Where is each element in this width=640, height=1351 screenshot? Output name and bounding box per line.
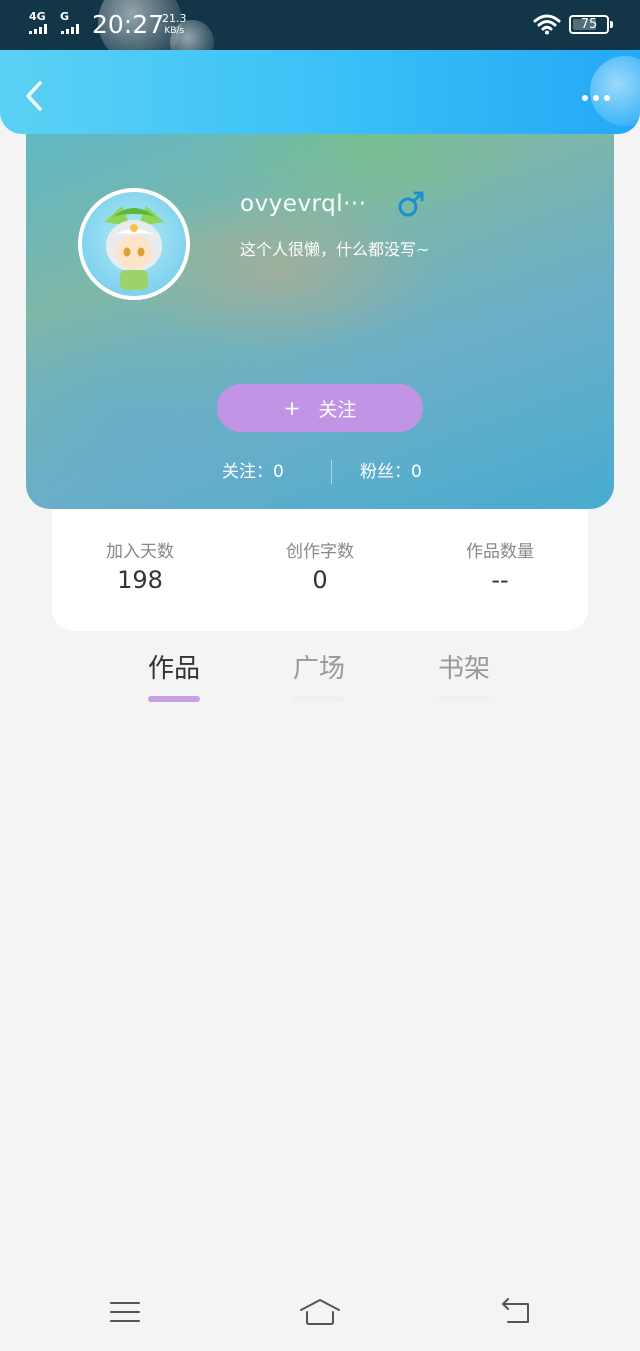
following-count[interactable]: 关注：0 — [222, 458, 284, 486]
stat-join-days: 加入天数 198 — [70, 541, 210, 595]
tab-works[interactable]: 作品 — [134, 652, 214, 702]
tab-bookshelf[interactable]: 书架 — [424, 652, 504, 702]
status-bar: 4G G 20:27 21.3 KB/s 75 — [0, 0, 640, 64]
tab-label: 作品 — [147, 654, 200, 684]
stat-work-count: 作品数量 -- — [430, 541, 570, 595]
battery-percentage: 75 — [580, 17, 598, 32]
home-icon — [300, 1299, 340, 1325]
back-arrow-icon — [502, 1298, 529, 1323]
tab-label: 书架 — [437, 654, 490, 684]
nav-back-button[interactable] — [496, 1296, 536, 1328]
tab-indicator — [148, 696, 200, 702]
avatar[interactable] — [78, 188, 190, 300]
tab-indicator — [438, 696, 490, 702]
network-speed-unit: KB/s — [164, 26, 185, 36]
stat-value: 0 — [312, 566, 328, 594]
stat-value: 198 — [117, 566, 163, 594]
system-nav-bar — [0, 1274, 640, 1351]
network-type-label: 4G — [29, 10, 46, 23]
stat-label: 加入天数 — [106, 542, 174, 562]
stat-word-count: 创作字数 0 — [250, 541, 390, 595]
avatar-illustration — [104, 206, 164, 290]
follow-stats: 关注：0 粉丝：0 — [26, 458, 614, 486]
stats-divider — [331, 460, 332, 484]
app-header — [0, 50, 640, 134]
wifi-icon — [533, 14, 561, 35]
network-speed: 21.3 KB/s — [162, 13, 187, 37]
menu-icon — [110, 1302, 140, 1322]
battery-icon: 75 — [569, 15, 613, 34]
male-icon — [398, 191, 424, 217]
nav-menu-button[interactable] — [105, 1296, 145, 1328]
fans-count[interactable]: 粉丝：0 — [360, 458, 422, 486]
more-horizontal-icon — [582, 95, 588, 101]
username-row: ovyevrql··· — [240, 190, 425, 218]
username: ovyevrql··· — [240, 191, 367, 217]
follow-button-label: 关注 — [318, 398, 357, 421]
stats-card: 加入天数 198 创作字数 0 作品数量 -- — [52, 509, 588, 631]
signal-strength-icon — [29, 24, 47, 34]
stat-value: -- — [491, 566, 509, 594]
follow-button[interactable]: + 关注 — [217, 384, 423, 432]
tab-label: 广场 — [292, 654, 345, 684]
profile-card: ovyevrql··· 这个人很懒，什么都没写~ + 关注 关注：0 粉丝：0 — [26, 100, 614, 509]
network-speed-value: 21.3 — [162, 12, 187, 25]
plus-icon: + — [283, 396, 301, 420]
more-options-button[interactable] — [576, 86, 616, 110]
tab-indicator — [293, 696, 345, 702]
stat-label: 创作字数 — [286, 542, 354, 562]
back-button[interactable] — [16, 78, 52, 114]
tab-plaza[interactable]: 广场 — [279, 652, 359, 702]
network-type-label: G — [60, 10, 70, 23]
chevron-left-icon — [26, 81, 42, 111]
stat-label: 作品数量 — [466, 542, 534, 562]
nav-home-button[interactable] — [298, 1296, 342, 1328]
signal-strength-icon — [61, 24, 79, 34]
clock: 20:27 — [92, 10, 165, 39]
user-bio: 这个人很懒，什么都没写~ — [240, 240, 430, 259]
